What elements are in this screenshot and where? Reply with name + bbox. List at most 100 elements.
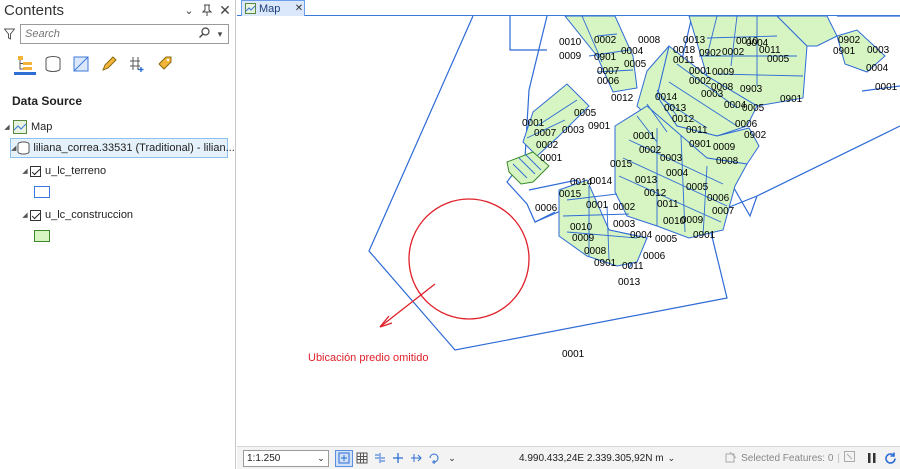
parcel-number-label: 0903: [740, 84, 763, 95]
map-drawing[interactable]: 0010 0002 00080009 090100040007000500060012…: [237, 16, 900, 446]
symbol-swatch[interactable]: [34, 230, 50, 242]
contents-view-toolbar: [0, 50, 235, 78]
scale-value: 1:1.250: [247, 452, 281, 464]
highlight-circle: [408, 198, 530, 320]
parcel-number-label: 0902: [699, 48, 722, 59]
selected-features-label: Selected Features: 0: [741, 452, 834, 464]
search-icon[interactable]: [196, 27, 212, 41]
parcel-number-label: 0006: [597, 76, 620, 87]
parcel-number-label: 0003: [867, 45, 890, 56]
collapse-icon[interactable]: ◢: [20, 211, 30, 219]
close-icon[interactable]: ✕: [217, 2, 233, 18]
map-icon: [245, 3, 256, 14]
drawing-order-icon[interactable]: [14, 53, 36, 75]
parcel-number-label: 0009: [559, 51, 582, 62]
parcel-number-label: 0001: [562, 349, 585, 360]
parcel-number-label: 0010: [559, 37, 582, 48]
parcel-number-label: 0013: [635, 175, 658, 186]
dropdown-chevron-icon[interactable]: ⌄: [314, 453, 328, 464]
close-tab-icon[interactable]: ✕: [294, 3, 304, 14]
map-status-bar: 1:1.250 ⌄ ⌄ 4.990.433,24E 2.339.305,92N …: [237, 446, 900, 469]
options-chevron-icon[interactable]: ⌄: [181, 2, 197, 18]
parcel-number-label: 0901: [588, 121, 611, 132]
tree-item-data-source[interactable]: ◢ liliana_correa.33531 (Traditional) - l…: [10, 138, 235, 158]
grid-icon[interactable]: [353, 450, 371, 467]
collapse-icon[interactable]: ◢: [2, 123, 12, 131]
tree-item-map[interactable]: ◢ Map: [0, 116, 235, 138]
tree-item-layer[interactable]: ◢ u_lc_terreno: [0, 160, 235, 182]
map-tab-strip: Map ✕: [237, 0, 900, 16]
snapping-icon[interactable]: [126, 53, 148, 75]
parcel-number-label: 0002: [536, 140, 559, 151]
parcel-number-label: 0901: [780, 94, 803, 105]
pan-icon[interactable]: [407, 450, 425, 467]
parcel-number-label: 0004: [746, 38, 769, 49]
snap-icon[interactable]: [389, 450, 407, 467]
coordinate-readout: 4.990.433,24E 2.339.305,92N m ⌄: [519, 453, 675, 464]
parcel-number-label: 0007: [534, 128, 557, 139]
search-input[interactable]: [21, 25, 196, 43]
coordinate-value: 4.990.433,24E 2.339.305,92N m: [519, 452, 664, 464]
collapse-icon[interactable]: ◢: [20, 167, 30, 175]
parcel-outline: [509, 16, 547, 51]
parcel-number-label: 0002: [722, 47, 745, 58]
parcel-number-label: 0901: [689, 139, 712, 150]
tab-map[interactable]: Map ✕: [241, 0, 305, 16]
clear-selection-icon[interactable]: [844, 451, 855, 465]
layer-label: u_lc_construccion: [45, 209, 134, 221]
labeling-icon[interactable]: [154, 53, 176, 75]
map-view: Map ✕ 0010 0002 0008 0009 0901 0004 0007…: [237, 0, 900, 469]
parcel-number-label: 0012: [644, 188, 667, 199]
parcel-number-label: 0003: [660, 153, 683, 164]
annotation-graphics: [379, 198, 530, 328]
scale-selector[interactable]: 1:1.250 ⌄: [243, 449, 329, 467]
parcel-number-label: 0012: [611, 93, 634, 104]
parcel-number-label: 0005: [655, 234, 678, 245]
parcel-number-label: 0005: [574, 108, 597, 119]
parcel-number-label: 0014: [570, 177, 593, 188]
layer-label: u_lc_terreno: [45, 165, 107, 177]
selected-features[interactable]: Selected Features: 0 |: [725, 451, 855, 466]
map-canvas[interactable]: 0010 0002 0008 0009 0901 0004 0007 0005 0006 0012…: [237, 16, 900, 446]
visibility-checkbox[interactable]: [30, 165, 41, 177]
options-chevron-icon[interactable]: ⌄: [443, 450, 461, 467]
tree-item-map-label: Map: [31, 121, 53, 133]
parcel-number-label: 0004: [666, 168, 689, 179]
parcel-number-label: 0902: [838, 35, 861, 46]
parcel-number-label: 0901: [833, 46, 856, 57]
parcel-number-label: 0004: [621, 46, 644, 57]
filter-icon[interactable]: [2, 28, 16, 40]
search-input-box[interactable]: ▾: [20, 24, 229, 44]
pointer-arrow: [379, 283, 436, 328]
visibility-checkbox[interactable]: [30, 209, 41, 221]
editing-pencil-icon[interactable]: [98, 53, 120, 75]
parcel-number-label: 0009: [713, 142, 736, 153]
data-source-icon[interactable]: [42, 53, 64, 75]
contents-header: Contents ⌄ ✕: [0, 0, 235, 20]
section-title: Data Source: [12, 94, 83, 108]
pause-drawing-icon[interactable]: [863, 450, 881, 467]
parcel-number-label: 0004: [630, 230, 653, 241]
layer-tree: ◢ Map ◢ liliana_correa.33531 (Traditiona…: [0, 116, 235, 242]
rotate-icon[interactable]: [425, 450, 443, 467]
units-dropdown-icon[interactable]: ⌄: [668, 453, 676, 464]
parcel-number-label: 0008: [584, 246, 607, 257]
fixed-zoom-icon[interactable]: [335, 449, 353, 467]
search-dropdown-icon[interactable]: ▾: [212, 29, 228, 40]
pin-icon[interactable]: [199, 2, 215, 18]
parcel-number-label: 0007: [712, 206, 735, 217]
collapse-icon[interactable]: ◢: [11, 144, 16, 152]
parcel-number-label: 0004: [866, 63, 889, 74]
tab-map-label: Map: [259, 2, 281, 15]
parcel-number-label: 0011: [622, 261, 644, 272]
refresh-icon[interactable]: [881, 450, 899, 467]
symbol-swatch[interactable]: [34, 186, 50, 198]
selection-icon[interactable]: [70, 53, 92, 75]
parcel-number-label: 0013: [664, 103, 687, 114]
parcel-number-label: 0005: [686, 182, 709, 193]
navigate-icon[interactable]: [371, 450, 389, 467]
map-icon: [13, 120, 27, 134]
tree-item-layer[interactable]: ◢ u_lc_construccion: [0, 204, 235, 226]
parcel-number-label: 0011: [673, 55, 695, 66]
parcel-number-label: 0011: [686, 125, 708, 136]
